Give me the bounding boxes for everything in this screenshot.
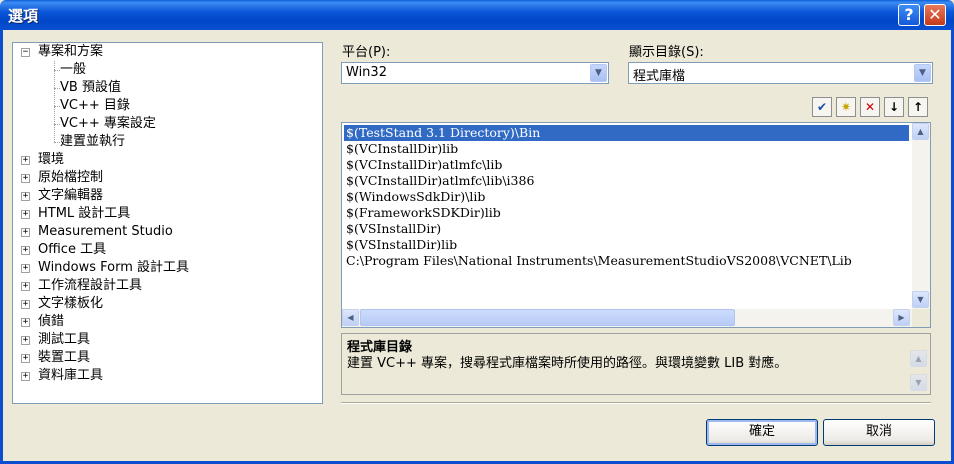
list-item[interactable]: $(VSInstallDir) [346,221,441,237]
expand-icon[interactable]: + [21,264,30,273]
expand-icon[interactable]: + [21,336,30,345]
move-down-button[interactable]: ↓ [884,97,904,117]
tree-item-workflow-designer[interactable]: 工作流程設計工具 [38,277,142,295]
list-item[interactable]: C:\Program Files\National Instruments\Me… [346,253,852,269]
expand-icon[interactable]: + [21,372,30,381]
tree-item-device-tools[interactable]: 裝置工具 [38,349,90,367]
tree-connector [54,61,55,142]
chevron-down-icon[interactable]: ▼ [590,64,607,82]
delete-button[interactable]: ✕ [860,97,880,117]
arrow-up-icon: ↑ [912,100,924,114]
new-line-button[interactable]: ✷ [836,97,856,117]
ok-button[interactable]: 確定 [706,419,818,446]
platform-select[interactable]: Win32 ▼ [341,62,609,84]
tree-item-html-designer[interactable]: HTML 設計工具 [38,205,130,223]
list-item[interactable]: $(FrameworkSDKDir)lib [346,205,501,221]
tree-item-environment[interactable]: 環境 [38,151,64,169]
tree-item-text-editor[interactable]: 文字編輯器 [38,187,103,205]
close-button[interactable]: ✕ [924,4,946,26]
cancel-button[interactable]: 取消 [823,419,935,446]
new-folder-icon: ✷ [840,100,852,114]
expand-icon[interactable]: + [21,282,30,291]
tree-item-vc-project-settings[interactable]: VC++ 專案設定 [60,115,156,133]
platform-label: 平台(P): [342,45,391,60]
arrow-down-icon: ↓ [888,100,900,114]
scroll-thumb[interactable] [360,309,735,326]
show-directories-select[interactable]: 程式庫檔 ▼ [628,62,933,84]
tree-item-windows-form-designer[interactable]: Windows Form 設計工具 [38,259,189,277]
collapse-icon[interactable]: − [21,48,30,57]
scroll-down-icon[interactable]: ▼ [910,374,927,391]
expand-icon[interactable]: + [21,174,30,183]
close-icon: ✕ [928,5,942,24]
tree-item-text-templating[interactable]: 文字樣板化 [38,295,103,313]
help-button[interactable]: ? [898,4,920,26]
expand-icon[interactable]: + [21,318,30,327]
platform-value: Win32 [346,65,387,80]
tree-item-projects-solutions[interactable]: 專案和方案 [38,43,103,61]
expand-icon[interactable]: + [21,354,30,363]
options-tree[interactable]: − 專案和方案 一般 VB 預設值 VC++ 目錄 VC++ 專案設定 建置並執… [12,42,323,404]
directory-list[interactable]: $(TestStand 3.1 Directory)\Bin $(VCInsta… [341,122,931,328]
tree-item-database-tools[interactable]: 資料庫工具 [38,367,103,385]
list-item[interactable]: $(TestStand 3.1 Directory)\Bin [343,124,910,142]
expand-icon[interactable]: + [21,228,30,237]
vertical-scrollbar[interactable]: ▲ ▼ [912,123,930,309]
scroll-up-icon[interactable]: ▲ [912,123,929,140]
show-directories-label: 顯示目錄(S): [629,45,704,60]
list-item[interactable]: $(WindowsSdkDir)\lib [346,189,485,205]
list-item[interactable]: $(VSInstallDir)lib [346,237,457,253]
tree-item-vc-directories[interactable]: VC++ 目錄 [60,97,130,115]
scroll-right-icon[interactable]: ▶ [893,309,910,326]
window-title: 選項 [8,7,39,25]
description-text: 建置 VC++ 專案，搜尋程式庫檔案時所使用的路徑。與環境變數 LIB 對應。 [347,356,788,371]
tree-item-debugging[interactable]: 偵錯 [38,313,64,331]
tree-item-test-tools[interactable]: 測試工具 [38,331,90,349]
scroll-corner [912,309,930,327]
tree-item-source-control[interactable]: 原始檔控制 [38,169,103,187]
expand-icon[interactable]: + [21,246,30,255]
tree-item-vb-defaults[interactable]: VB 預設值 [60,79,121,97]
title-bar[interactable]: 選項 ? ✕ [0,0,954,30]
list-item[interactable]: $(VCInstallDir)atlmfc\lib [346,157,502,173]
tree-item-measurement-studio[interactable]: Measurement Studio [38,223,173,241]
tree-item-build-run[interactable]: 建置並執行 [60,133,125,151]
move-up-button[interactable]: ↑ [908,97,928,117]
chevron-down-icon[interactable]: ▼ [914,64,931,82]
description-panel: 程式庫目錄 建置 VC++ 專案，搜尋程式庫檔案時所使用的路徑。與環境變數 LI… [341,333,931,395]
list-item[interactable]: $(VCInstallDir)atlmfc\lib\i386 [346,173,534,189]
delete-icon: ✕ [864,100,876,114]
expand-icon[interactable]: + [21,192,30,201]
help-icon: ? [904,5,914,24]
horizontal-scrollbar[interactable]: ◀ ▶ [342,309,912,327]
expand-icon[interactable]: + [21,210,30,219]
scroll-up-icon[interactable]: ▲ [910,350,927,367]
tree-item-general[interactable]: 一般 [60,61,86,79]
show-directories-value: 程式庫檔 [633,69,686,84]
scroll-down-icon[interactable]: ▼ [912,291,929,308]
expand-icon[interactable]: + [21,156,30,165]
list-item[interactable]: $(VCInstallDir)lib [346,141,458,157]
scroll-left-icon[interactable]: ◀ [342,309,359,326]
divider [341,402,931,404]
check-icon: ✔ [816,100,828,114]
check-button[interactable]: ✔ [812,97,832,117]
tree-item-office-tools[interactable]: Office 工具 [38,241,106,259]
expand-icon[interactable]: + [21,300,30,309]
